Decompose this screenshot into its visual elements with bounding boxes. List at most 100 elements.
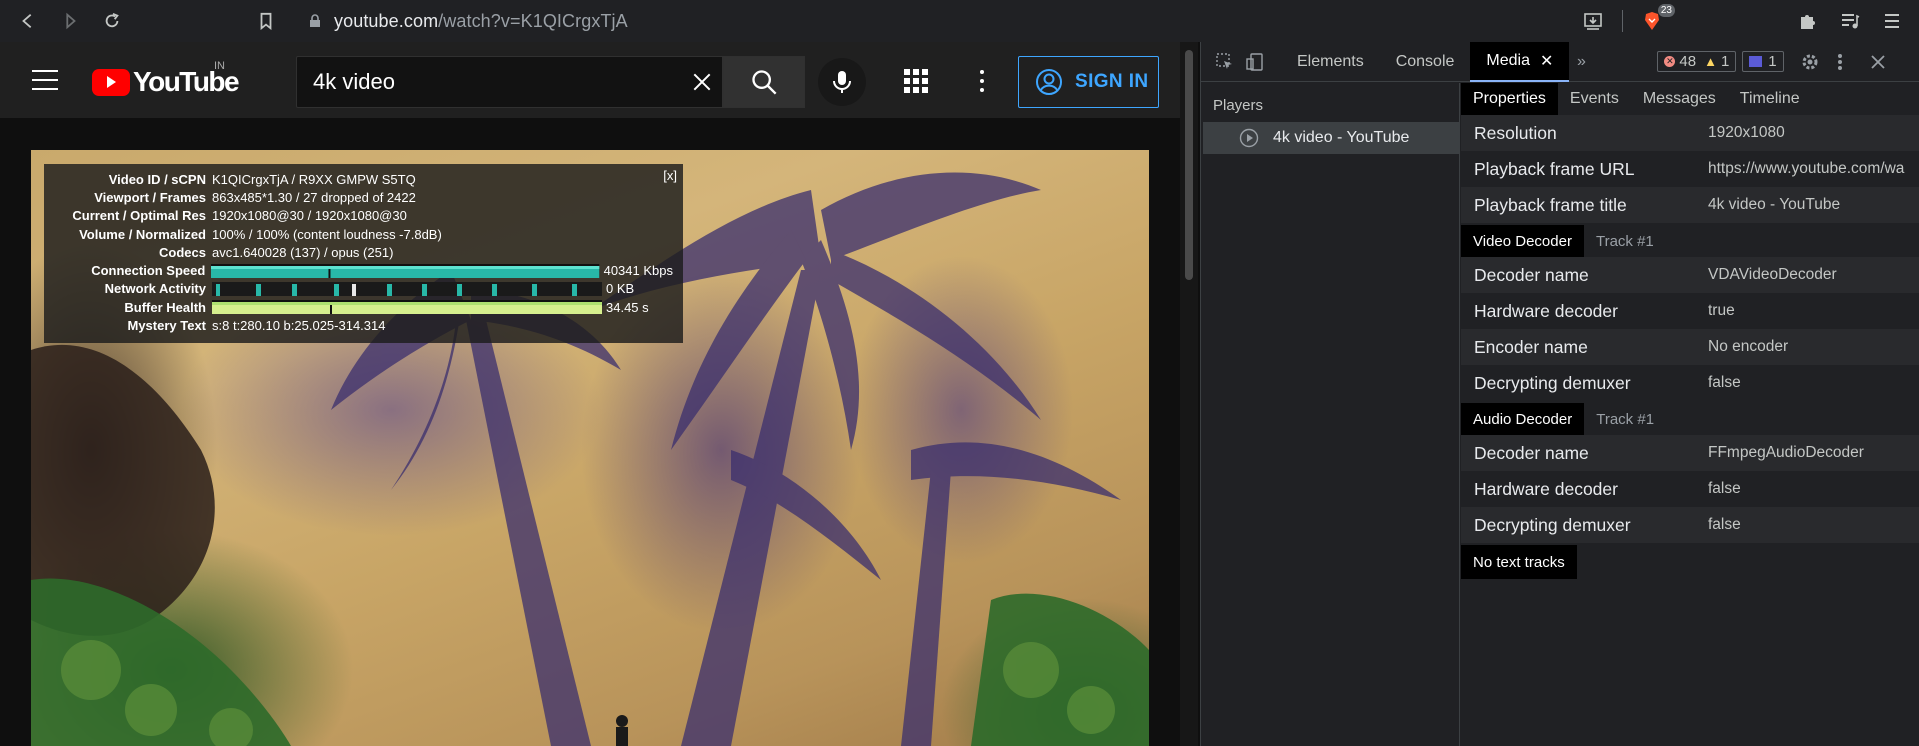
guide-menu-button[interactable] (30, 66, 60, 94)
error-count: 48 (1679, 53, 1697, 70)
chevron-double-right-icon: » (1576, 52, 1586, 70)
inspect-cursor-icon (1216, 52, 1232, 69)
stat-value: avc1.640028 (137) / opus (251) (212, 244, 394, 260)
messages-counter[interactable]: 1 (1742, 51, 1784, 72)
playlist-icon (1842, 14, 1860, 29)
property-row: Playback frame title 4k video - YouTube (1461, 187, 1919, 223)
close-devtools-button[interactable] (1866, 50, 1890, 74)
stat-label: Volume / Normalized (79, 226, 206, 242)
video-track-tab[interactable]: Track #1 (1584, 233, 1654, 250)
video-player[interactable]: [x] Video ID / sCPN K1QICrgxTjA / R9XX GM… (31, 150, 1149, 746)
tab-label: Console (1395, 52, 1455, 70)
property-row: Encoder name No encoder (1461, 329, 1919, 365)
stat-label: Connection Speed (91, 263, 206, 279)
more-tabs-button[interactable]: » (1569, 50, 1593, 74)
video-decoder-tab[interactable]: Video Decoder (1461, 225, 1584, 257)
back-arrow-icon (22, 14, 32, 28)
stat-label: Mystery Text (127, 318, 206, 334)
subtab-timeline[interactable]: Timeline (1728, 83, 1812, 115)
property-value: true (1708, 302, 1735, 319)
property-row: Hardware decoder false (1461, 471, 1919, 507)
property-key: Decoder name (1474, 264, 1589, 285)
subtab-messages[interactable]: Messages (1631, 83, 1728, 115)
menu-button[interactable] (1877, 6, 1907, 36)
stat-value: 100% / 100% (content loudness -7.8dB) (212, 226, 442, 242)
property-row: Decrypting demuxer false (1461, 365, 1919, 401)
back-button[interactable] (14, 7, 42, 35)
stat-value: 863x485*1.30 / 27 dropped of 2422 (212, 189, 416, 205)
browser-toolbar: youtube.com/watch?v=K1QICrgxTjA 23 (0, 0, 1919, 42)
settings-button[interactable] (1798, 50, 1822, 74)
tab-elements[interactable]: Elements (1281, 42, 1380, 82)
audio-decoder-tab[interactable]: Audio Decoder (1461, 403, 1585, 435)
forward-button[interactable] (56, 7, 84, 35)
property-key: Playback frame URL (1474, 158, 1635, 179)
players-title: Players (1213, 97, 1264, 114)
reload-button[interactable] (98, 7, 126, 35)
error-icon: ✕ (1664, 56, 1676, 67)
subtab-label: Events (1569, 90, 1619, 107)
customize-menu-button[interactable] (1828, 50, 1852, 74)
properties-subtabs: Properties Events Messages Timeline (1461, 83, 1919, 115)
stat-label: Buffer Health (124, 299, 206, 315)
tab-console[interactable]: Console (1380, 42, 1471, 82)
stat-row-buffer: Buffer Health 34.45 s (54, 298, 673, 316)
property-row: Hardware decoder true (1461, 293, 1919, 329)
install-app-button[interactable] (1578, 6, 1608, 36)
brave-shields-button[interactable]: 23 (1637, 4, 1675, 36)
audio-track-tab[interactable]: Track #1 (1584, 411, 1654, 428)
hamburger-menu-icon (1885, 14, 1899, 28)
player-list-item[interactable]: 4k video - YouTube (1203, 122, 1459, 154)
clear-search-button[interactable] (682, 62, 722, 102)
network-activity-graph (212, 281, 602, 296)
property-key: Decrypting demuxer (1474, 372, 1631, 393)
apps-grid-icon[interactable] (903, 68, 929, 94)
property-key: Decrypting demuxer (1474, 514, 1631, 535)
issues-counter[interactable]: ✕ 48 ▲ 1 (1657, 51, 1737, 72)
tab-media[interactable]: Media ✕ (1470, 41, 1570, 82)
search-box[interactable]: 4k video (296, 56, 723, 108)
property-row: Decoder name FFmpegAudioDecoder (1461, 435, 1919, 471)
voice-search-button[interactable] (818, 58, 866, 106)
connection-speed-graph (211, 263, 600, 278)
country-code: IN (214, 60, 225, 72)
device-toolbar-button[interactable] (1243, 50, 1267, 74)
account-circle-icon (1036, 69, 1062, 95)
url-text: youtube.com/watch?v=K1QICrgxTjA (334, 10, 628, 31)
bookmark-icon (260, 12, 272, 30)
stat-row-connection: Connection Speed 40341 Kbps (54, 261, 673, 279)
property-value: No encoder (1708, 338, 1789, 355)
kebab-menu-icon (1837, 53, 1842, 70)
bookmark-button[interactable] (252, 7, 280, 35)
sign-in-button[interactable]: SIGN IN (1018, 56, 1159, 108)
settings-more-button[interactable] (970, 66, 994, 96)
device-icon (1246, 52, 1263, 71)
search-button[interactable] (723, 56, 805, 108)
close-tab-icon[interactable]: ✕ (1540, 51, 1553, 71)
reload-icon (105, 12, 119, 28)
stat-row: Codecs avc1.640028 (137) / opus (251) (54, 243, 673, 261)
tab-label: Elements (1297, 52, 1364, 70)
stat-row: Current / Optimal Res 1920x1080@30 / 1920… (54, 207, 673, 225)
audio-decoder-header: Audio Decoder Track #1 (1461, 403, 1919, 435)
toolbar-right: 23 (1572, 0, 1919, 42)
subtab-properties[interactable]: Properties (1461, 83, 1558, 115)
stat-value: s:8 t:280.10 b:25.025-314.314 (212, 318, 386, 334)
page-scrollbar[interactable] (1180, 42, 1198, 746)
stats-for-nerds-panel: [x] Video ID / sCPN K1QICrgxTjA / R9XX GM… (44, 164, 683, 343)
close-stats-button[interactable]: [x] (663, 168, 677, 183)
inspect-element-button[interactable] (1213, 50, 1237, 74)
stat-value: 34.45 s (606, 299, 649, 315)
search-input[interactable]: 4k video (313, 69, 682, 95)
property-key: Resolution (1474, 122, 1557, 143)
address-bar[interactable]: youtube.com/watch?v=K1QICrgxTjA (296, 5, 1556, 37)
property-row: Decrypting demuxer false (1461, 507, 1919, 543)
playlist-button[interactable] (1835, 6, 1865, 36)
text-tracks-tab[interactable]: No text tracks (1461, 545, 1577, 579)
property-key: Encoder name (1474, 336, 1588, 357)
scrollbar-thumb[interactable] (1185, 50, 1193, 280)
stat-value: 1920x1080@30 / 1920x1080@30 (212, 208, 407, 224)
extensions-button[interactable] (1793, 6, 1823, 36)
devtools-tab-bar: Elements Console Media ✕ » ✕ 48 ▲ 1 1 (1201, 41, 1919, 82)
subtab-events[interactable]: Events (1558, 83, 1631, 115)
